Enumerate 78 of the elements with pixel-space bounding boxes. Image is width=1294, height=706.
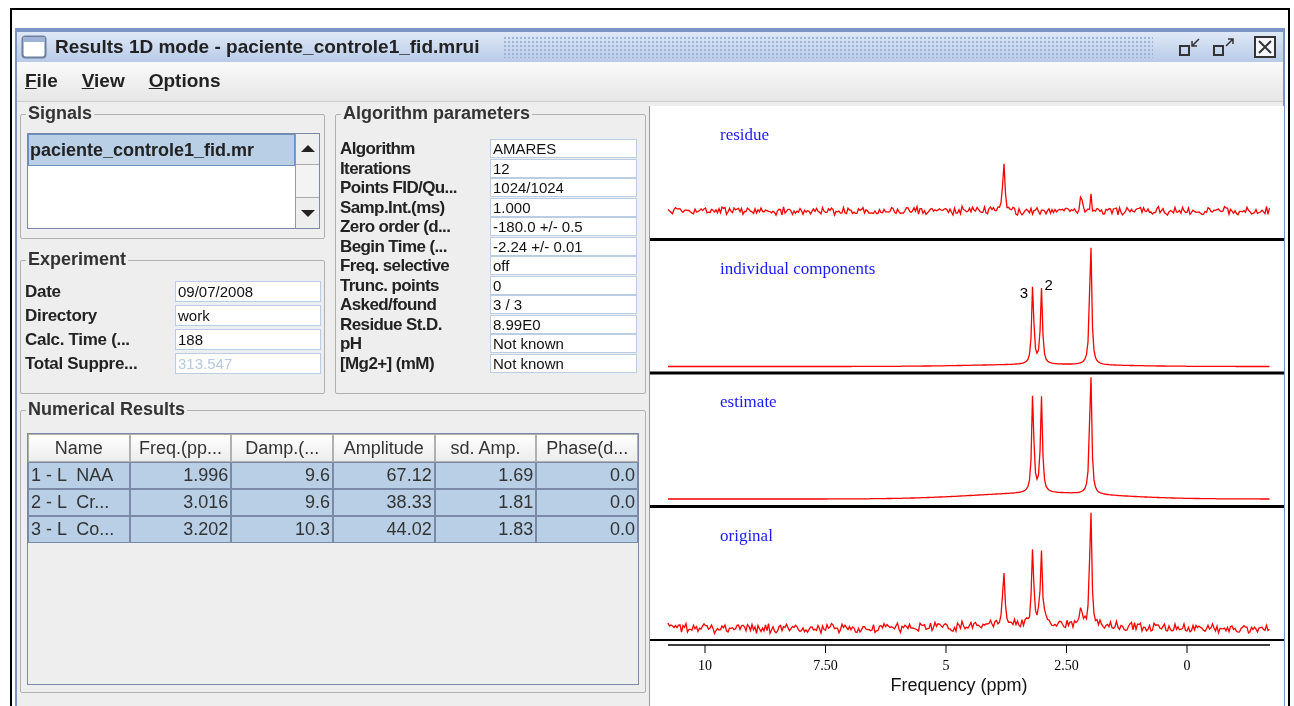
value-field: 188 [175,329,321,350]
trace-label: residue [720,125,770,144]
value-field: 313.547 [175,353,321,374]
table-cell[interactable]: 3.016 [129,489,232,516]
trace-label: estimate [720,392,777,411]
value-field: 09/07/2008 [175,281,321,302]
tick-label: 10 [698,658,712,673]
value-field: 8.99E0 [490,314,637,334]
table-cell[interactable]: 0.0 [536,516,638,543]
column-header[interactable]: Name [28,434,130,462]
table-cell[interactable]: 10.3 [231,516,333,543]
value-field: off [490,256,637,276]
table-cell[interactable]: 3 - L Co... [28,516,130,543]
value-field: 1024/1024 [490,178,637,198]
value-field: 12 [490,158,637,178]
column-header[interactable]: Damp.(... [231,434,333,462]
value-field: work [175,305,321,326]
field-label: Zero order (d... [340,217,452,237]
trace-label: individual components [720,258,876,278]
menu-item[interactable]: Options [144,67,225,96]
menu-item[interactable]: File [21,67,62,96]
table-cell[interactable]: 0.0 [536,462,638,489]
column-header[interactable]: sd. Amp. [434,434,537,462]
field-label: Total Suppre... [25,353,139,374]
field-label: Freq. selective [340,256,451,276]
window-title: Results 1D mode - paciente_controle1_fid.mrui [55,34,480,59]
table-cell[interactable]: 1 - L NAA [28,462,130,489]
value-field: Not known [490,334,637,354]
value-field: -180.0 +/- 0.5 [490,217,637,237]
column-header[interactable]: Freq.(pp... [129,434,232,462]
tick-label: 5 [942,658,950,673]
field-label: Calc. Time (... [25,329,131,350]
window-icon [21,35,47,59]
table-cell[interactable]: 1.83 [434,516,537,543]
tick-label: 0 [1183,658,1191,673]
signal-list-item[interactable]: paciente_controle1_fid.mr [28,134,295,166]
menu-item[interactable]: View [77,67,129,96]
field-label: Trunc. points [340,275,440,295]
table-cell[interactable]: 1.81 [434,489,537,516]
table-cell[interactable]: 1.69 [434,462,537,489]
field-label: Iterations [340,158,412,178]
value-field: -2.24 +/- 0.01 [490,236,637,256]
value-field: Not known [490,353,637,373]
value-field: 3 / 3 [490,295,637,315]
peak-label: 2 [1044,275,1053,293]
trace-label: original [720,525,773,545]
field-label: Samp.Int.(ms) [340,197,446,217]
axis-title: Frequency (ppm) [890,675,1028,695]
table-cell[interactable]: 9.6 [231,462,333,489]
close-icon[interactable] [1253,35,1279,59]
column-header[interactable]: Phase(d... [536,434,638,462]
minimize-icon[interactable] [1177,36,1203,58]
table-cell[interactable]: 3.202 [129,516,232,543]
value-field: 0 [490,275,637,295]
value-field: 1.000 [490,197,637,217]
field-label: Asked/found [340,295,438,315]
field-label: Date [25,281,62,302]
field-label: pH [340,334,363,354]
table-cell[interactable]: 1.996 [129,462,232,489]
field-label: Points FID/Qu... [340,178,458,198]
field-label: Begin Time (... [340,236,448,256]
field-label: [Mg2+] (mM) [340,353,435,373]
scrollbar[interactable] [295,134,319,228]
value-field: AMARES [490,139,637,159]
field-label: Directory [25,305,98,326]
tick-label: 7.50 [813,658,838,673]
table-cell[interactable]: 44.02 [333,516,435,543]
peak-label: 3 [1019,283,1029,301]
field-label: Residue St.D. [340,314,443,334]
table-cell[interactable]: 2 - L Cr... [28,489,130,516]
table-cell[interactable]: 0.0 [536,489,638,516]
table-cell[interactable]: 38.33 [333,489,435,516]
tick-label: 2.50 [1054,658,1079,673]
table-cell[interactable]: 67.12 [333,462,435,489]
maximize-icon[interactable] [1211,36,1237,58]
column-header[interactable]: Amplitude [333,434,435,462]
field-label: Algorithm [340,139,416,159]
table-cell[interactable]: 9.6 [231,489,333,516]
